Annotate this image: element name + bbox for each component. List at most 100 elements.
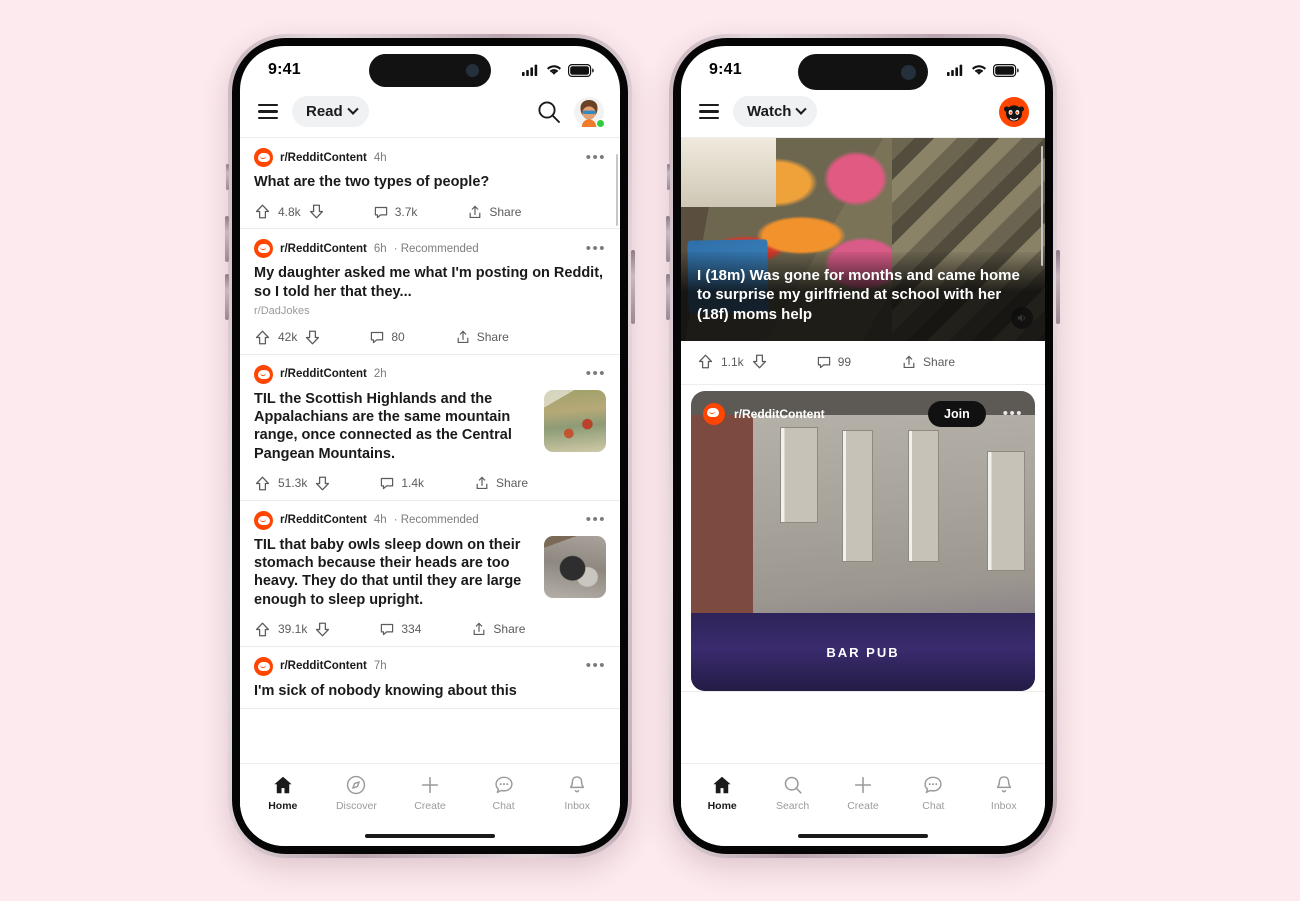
vote-group[interactable]: 4.8k [254, 203, 325, 220]
video-player[interactable]: I (18m) Was gone for months and came hom… [681, 138, 1045, 341]
post-body: My daughter asked me what I'm posting on… [254, 264, 606, 317]
home-indicator[interactable] [365, 833, 495, 838]
nav-item-inbox[interactable]: Inbox [969, 774, 1039, 812]
downvote-icon[interactable] [751, 353, 768, 370]
feed-scrollbar[interactable] [615, 154, 618, 226]
video-card[interactable]: BAR PUB r/RedditContent Join ••• [681, 391, 1045, 692]
feed-scrollbar[interactable] [1040, 146, 1043, 266]
subreddit-name[interactable]: r/RedditContent [280, 243, 367, 255]
watch-feed[interactable]: I (18m) Was gone for months and came hom… [681, 138, 1045, 755]
subreddit-name[interactable]: r/RedditContent [280, 660, 367, 672]
post-title[interactable]: My daughter asked me what I'm posting on… [254, 264, 606, 301]
avatar[interactable] [999, 96, 1029, 127]
search-icon[interactable] [536, 99, 562, 125]
upvote-icon[interactable] [254, 475, 271, 492]
vote-group[interactable]: 1.1k [697, 353, 768, 370]
join-button[interactable]: Join [928, 401, 986, 427]
share-icon[interactable] [467, 204, 483, 220]
upvote-icon[interactable] [254, 203, 271, 220]
post-title[interactable]: I'm sick of nobody knowing about this [254, 682, 606, 700]
post-overflow-icon[interactable]: ••• [586, 241, 606, 256]
post-overflow-icon[interactable]: ••• [586, 512, 606, 527]
hamburger-icon[interactable] [256, 100, 280, 123]
subreddit-name[interactable]: r/RedditContent [734, 407, 825, 421]
share-group[interactable]: Share [474, 475, 528, 491]
post-thumbnail-owl[interactable] [544, 535, 606, 598]
comment-group[interactable]: 80 [369, 329, 405, 345]
comment-group[interactable]: 3.7k [373, 204, 417, 220]
share-icon[interactable] [471, 621, 487, 637]
post-actions: 42k 80 Share [254, 329, 606, 346]
left-volume-up-button[interactable] [225, 216, 229, 262]
nav-item-home[interactable]: Home [687, 774, 757, 812]
nav-item-chat[interactable]: Chat [898, 774, 968, 812]
post-item[interactable]: r/RedditContent 6h · Recommended ••• My … [240, 229, 620, 355]
home-indicator[interactable] [798, 833, 928, 838]
right-volume-up-button[interactable] [666, 216, 670, 262]
post-thumbnail-mountain[interactable] [544, 389, 606, 452]
subreddit-name[interactable]: r/RedditContent [280, 152, 367, 164]
vote-group[interactable]: 39.1k [254, 621, 331, 638]
left-silent-switch[interactable] [226, 164, 229, 190]
video-player[interactable]: BAR PUB r/RedditContent Join ••• [691, 391, 1035, 691]
post-overflow-icon[interactable]: ••• [586, 150, 606, 165]
nav-item-inbox[interactable]: Inbox [540, 774, 614, 812]
post-feed-left[interactable]: r/RedditContent 4h ••• What are the two … [240, 138, 620, 755]
share-group[interactable]: Share [901, 354, 955, 370]
avatar[interactable] [574, 96, 605, 128]
share-icon[interactable] [901, 354, 917, 370]
share-icon[interactable] [455, 329, 471, 345]
post-title[interactable]: What are the two types of people? [254, 173, 606, 191]
post-crosspost-source[interactable]: r/DadJokes [254, 305, 606, 317]
nav-item-home[interactable]: Home [246, 774, 320, 812]
post-overflow-icon[interactable]: ••• [586, 658, 606, 673]
subreddit-name[interactable]: r/RedditContent [280, 514, 367, 526]
vote-group[interactable]: 42k [254, 329, 321, 346]
upvote-icon[interactable] [254, 621, 271, 638]
left-power-button[interactable] [631, 250, 635, 324]
comment-icon[interactable] [379, 621, 395, 637]
comment-icon[interactable] [369, 329, 385, 345]
nav-item-chat[interactable]: Chat [467, 774, 541, 812]
upvote-icon[interactable] [697, 353, 714, 370]
share-group[interactable]: Share [471, 621, 525, 637]
downvote-icon[interactable] [314, 621, 331, 638]
right-volume-down-button[interactable] [666, 274, 670, 320]
nav-label: Home [707, 800, 737, 812]
post-body: TIL that baby owls sleep down on their s… [254, 535, 606, 609]
video-overflow-icon[interactable]: ••• [1003, 406, 1023, 421]
post-title[interactable]: TIL the Scottish Highlands and the Appal… [254, 390, 534, 463]
share-icon[interactable] [474, 475, 490, 491]
comment-group[interactable]: 99 [816, 354, 851, 370]
comment-icon[interactable] [816, 354, 832, 370]
comment-group[interactable]: 334 [379, 621, 421, 637]
upvote-icon[interactable] [254, 329, 271, 346]
post-item[interactable]: r/RedditContent 2h ••• TIL the Scottish … [240, 355, 620, 501]
nav-item-create[interactable]: Create [393, 774, 467, 812]
post-title[interactable]: TIL that baby owls sleep down on their s… [254, 536, 534, 609]
post-item[interactable]: r/RedditContent 4h · Recommended ••• TIL… [240, 501, 620, 647]
feed-selector-watch[interactable]: Watch [733, 96, 818, 127]
share-group[interactable]: Share [455, 329, 509, 345]
nav-item-create[interactable]: Create [828, 774, 898, 812]
nav-item-discover[interactable]: Discover [320, 774, 394, 812]
left-volume-down-button[interactable] [225, 274, 229, 320]
post-item[interactable]: r/RedditContent 4h ••• What are the two … [240, 138, 620, 230]
downvote-icon[interactable] [304, 329, 321, 346]
post-item[interactable]: r/RedditContent 7h ••• I'm sick of nobod… [240, 647, 620, 710]
video-card[interactable]: I (18m) Was gone for months and came hom… [681, 138, 1045, 385]
nav-item-search[interactable]: Search [757, 774, 827, 812]
share-group[interactable]: Share [467, 204, 521, 220]
comment-icon[interactable] [379, 475, 395, 491]
downvote-icon[interactable] [308, 203, 325, 220]
feed-selector-read[interactable]: Read [292, 96, 369, 127]
vote-group[interactable]: 51.3k [254, 475, 331, 492]
right-silent-switch[interactable] [667, 164, 670, 190]
right-power-button[interactable] [1056, 250, 1060, 324]
subreddit-name[interactable]: r/RedditContent [280, 368, 367, 380]
hamburger-icon[interactable] [697, 100, 721, 123]
downvote-icon[interactable] [314, 475, 331, 492]
comment-group[interactable]: 1.4k [379, 475, 424, 491]
post-overflow-icon[interactable]: ••• [586, 366, 606, 381]
comment-icon[interactable] [373, 204, 389, 220]
